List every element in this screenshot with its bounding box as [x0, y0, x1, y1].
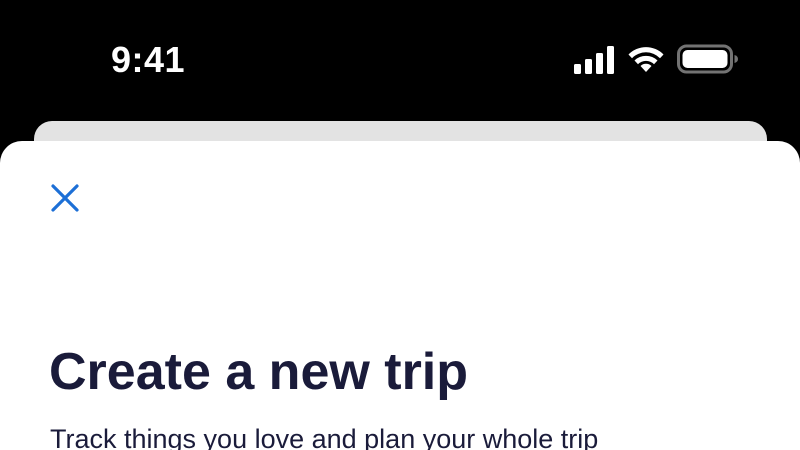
phone-screen: 9:41 Create a new trip Track things you …	[0, 0, 800, 450]
wifi-icon	[628, 47, 664, 72]
close-icon	[51, 184, 79, 212]
page-title: Create a new trip	[49, 343, 469, 401]
status-time: 9:41	[111, 39, 186, 80]
status-bar: 9:41	[0, 0, 800, 120]
cellular-signal-icon	[574, 46, 614, 74]
close-button[interactable]	[44, 177, 86, 219]
page-subtitle: Track things you love and plan your whol…	[50, 424, 599, 450]
status-icons	[572, 44, 742, 78]
battery-icon	[677, 44, 738, 74]
